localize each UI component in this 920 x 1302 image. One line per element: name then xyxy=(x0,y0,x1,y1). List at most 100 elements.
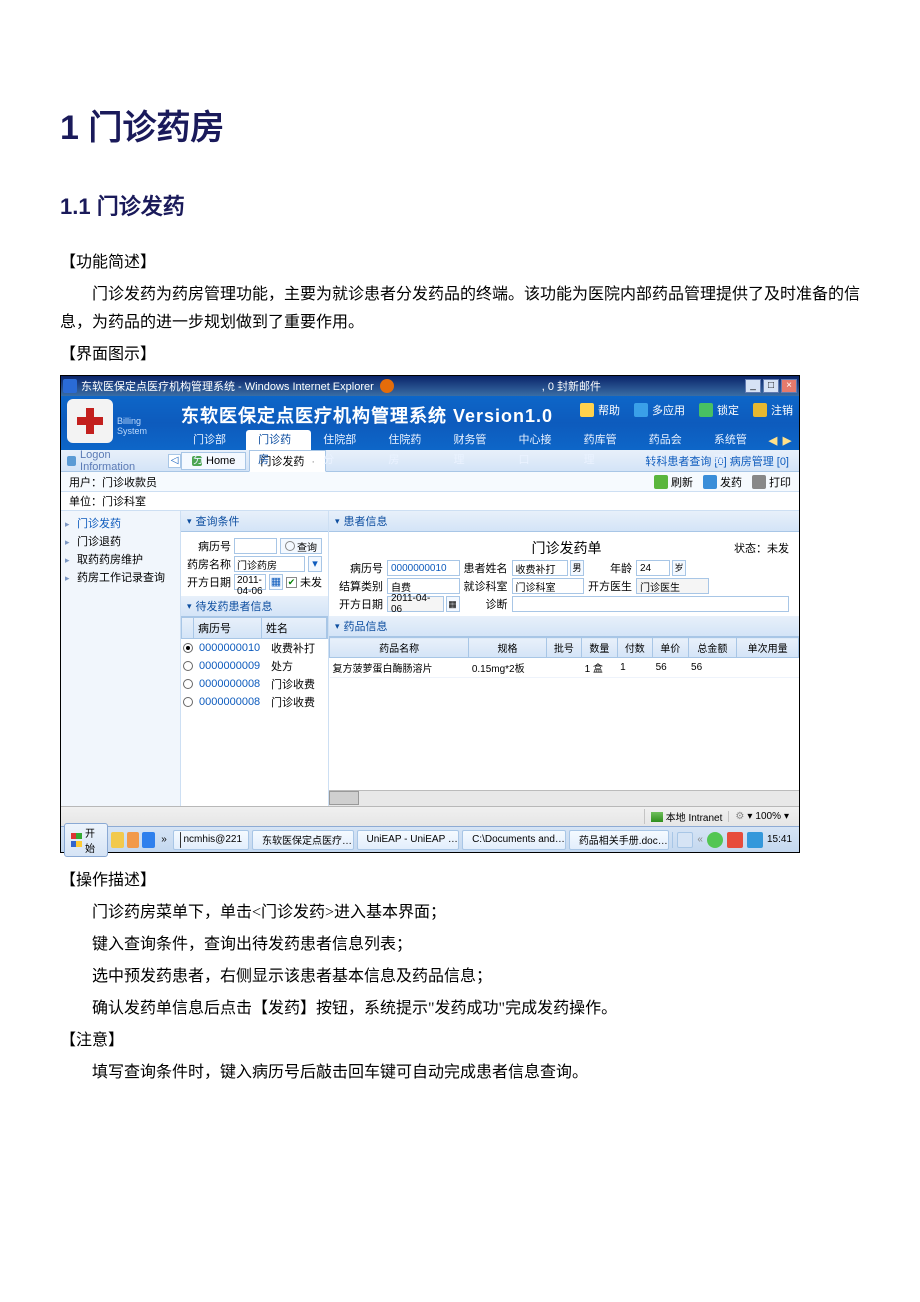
ie-stop-icon[interactable] xyxy=(380,379,394,393)
taskbar-item[interactable]: UniEAP - UniEAP … xyxy=(357,830,460,850)
col-total: 总金额 xyxy=(688,638,737,658)
col-spec: 规格 xyxy=(469,638,546,658)
print-icon xyxy=(752,475,766,489)
menu-left-icon[interactable]: ◀ xyxy=(767,434,779,447)
start-button[interactable]: 开始 xyxy=(64,823,108,857)
list-item[interactable]: 0000000008门诊收费 xyxy=(181,675,328,693)
tray-icon[interactable] xyxy=(727,832,743,848)
logout-action[interactable]: 注销 xyxy=(753,402,793,418)
h-scrollbar[interactable] xyxy=(329,790,799,806)
more-apps-action[interactable]: 多应用 xyxy=(634,402,685,418)
ie-status-bar: 本地 Intranet ⚙▾100%▾ xyxy=(61,806,799,826)
dispense-icon xyxy=(703,475,717,489)
window-close-button[interactable]: × xyxy=(781,379,797,393)
radio-icon[interactable] xyxy=(183,679,193,689)
radio-icon[interactable] xyxy=(183,697,193,707)
apps-icon xyxy=(634,403,648,417)
radio-icon[interactable] xyxy=(183,643,193,653)
col-times: 付数 xyxy=(617,638,652,658)
window-max-button[interactable]: □ xyxy=(763,379,779,393)
tray-icon[interactable] xyxy=(707,832,723,848)
input-date[interactable]: 2011-04-06 xyxy=(234,574,266,590)
taskbar-item[interactable]: 东软医保定点医疗… xyxy=(252,830,353,850)
age-unit-dropdown-icon[interactable]: 岁 xyxy=(672,560,686,576)
menu-right-icon[interactable]: ▶ xyxy=(781,434,793,447)
date-picker-icon[interactable]: ▦ xyxy=(269,574,283,590)
menu-center[interactable]: 中心接口 xyxy=(507,430,572,450)
app-banner: Billing System 东软医保定点医疗机构管理系统 Version1.0… xyxy=(61,396,799,450)
rxdate-picker-icon[interactable]: ▦ xyxy=(446,596,460,612)
menu-finance[interactable]: 财务管理 xyxy=(441,430,506,450)
window-min-button[interactable]: _ xyxy=(745,379,761,393)
list-item[interactable]: 0000000010收费补打 xyxy=(181,639,328,657)
menu-drug-account[interactable]: 药品会计 xyxy=(637,430,702,450)
input-mrn[interactable] xyxy=(234,538,277,554)
menu-inpatient[interactable]: 住院部分 xyxy=(311,430,376,450)
radio-icon[interactable] xyxy=(183,661,193,671)
heading-ui-demo: 【界面图示】 xyxy=(60,341,860,369)
tree-item-dispense[interactable]: 门诊发药 xyxy=(63,515,178,533)
titlebar-center-note: , 0 封新邮件 xyxy=(542,378,601,394)
menu-outpatient[interactable]: 门诊部分 xyxy=(181,430,246,450)
pharmacy-dropdown-icon[interactable]: ▾ xyxy=(308,556,322,572)
tray-icon[interactable] xyxy=(747,832,763,848)
help-action[interactable]: 帮助 xyxy=(580,402,620,418)
tree-item-pharmacy-maintain[interactable]: 取药药房维护 xyxy=(63,551,178,569)
search-icon xyxy=(285,541,295,551)
key-icon xyxy=(753,403,767,417)
not-dispensed-checkbox[interactable]: ✔ xyxy=(286,577,297,588)
logon-icon xyxy=(67,456,76,466)
func-intro-paragraph: 门诊发药为药房管理功能，主要为就诊患者分发药品的终端。该功能为医院内部药品管理提… xyxy=(60,281,860,337)
lock-icon xyxy=(699,403,713,417)
op-step-2: 键入查询条件，查询出待发药患者信息列表； xyxy=(60,931,860,959)
lbl-dept: 就诊科室 xyxy=(464,578,508,594)
label-pharmacy: 药房名称 xyxy=(187,556,231,572)
lock-action[interactable]: 锁定 xyxy=(699,402,739,418)
print-button[interactable]: 打印 xyxy=(752,474,791,490)
col-dose: 单次用量 xyxy=(737,638,799,658)
lbl-rxdate: 开方日期 xyxy=(339,596,383,612)
current-user: 用户：门诊收款员 xyxy=(69,474,157,490)
windows-taskbar: 开始 » ncmhis@221 东软医保定点医疗… UniEAP - UniEA… xyxy=(61,826,799,852)
taskbar-item[interactable]: ncmhis@221 xyxy=(173,830,249,850)
val-doctor: 门诊医生 xyxy=(636,578,709,594)
list-item[interactable]: 0000000009处方 xyxy=(181,657,328,675)
list-item[interactable]: 0000000008门诊收费 xyxy=(181,693,328,711)
collapse-sidebar-button[interactable]: ◁ xyxy=(168,454,181,468)
query-button[interactable]: 查询 xyxy=(280,538,322,554)
nav-tree: 门诊发药 门诊退药 取药药房维护 药房工作记录查询 xyxy=(61,511,181,806)
menu-inpatient-pharmacy[interactable]: 住院药房 xyxy=(376,430,441,450)
quick-launch-icon[interactable] xyxy=(127,832,140,848)
tree-item-return[interactable]: 门诊退药 xyxy=(63,533,178,551)
page-title: 1 门诊药房 xyxy=(60,100,860,149)
dispense-button[interactable]: 发药 xyxy=(703,474,742,490)
patient-list: 0000000010收费补打 0000000009处方 0000000008门诊… xyxy=(181,639,328,711)
patient-info-form: 门诊发药单 状态：未发 病历号 0000000010 患者姓名 收费补打男 年龄… xyxy=(329,532,799,616)
windows-logo-icon xyxy=(71,833,82,847)
col-qty: 数量 xyxy=(582,638,617,658)
main-area: 门诊发药 门诊退药 取药药房维护 药房工作记录查询 ▾查询条件 病历号 查询 药… xyxy=(61,511,799,806)
tab-home[interactable]: Home xyxy=(181,452,246,470)
quick-launch-ie-icon[interactable] xyxy=(142,832,155,848)
menu-outpatient-pharmacy[interactable]: 门诊药房 xyxy=(246,430,311,450)
taskbar-item[interactable]: 药品相关手册.doc… xyxy=(569,830,670,850)
refresh-button[interactable]: 刷新 xyxy=(654,474,693,490)
val-dept: 门诊科室 xyxy=(512,578,585,594)
taskbar-item[interactable]: C:\Documents and… xyxy=(462,830,566,850)
ie-icon xyxy=(63,379,77,393)
menu-drug-store[interactable]: 药库管理 xyxy=(572,430,637,450)
drug-info-head: ▾药品信息 xyxy=(329,616,799,637)
tray-icon[interactable] xyxy=(677,832,693,848)
tree-item-worklog[interactable]: 药房工作记录查询 xyxy=(63,569,178,587)
quick-launch-icon[interactable] xyxy=(111,832,124,848)
sex-dropdown-icon[interactable]: 男 xyxy=(570,560,584,576)
input-pharmacy[interactable]: 门诊药房 xyxy=(234,556,305,572)
table-row[interactable]: 复方菠萝蛋白酶肠溶片 0.15mg*2板 1 盒 1 56 56 xyxy=(330,658,799,678)
lbl-age: 年龄 xyxy=(588,560,632,576)
zoom-indicator[interactable]: ⚙▾100%▾ xyxy=(728,811,795,822)
scrollbar-thumb[interactable] xyxy=(329,791,359,805)
menu-system[interactable]: 系统管理 xyxy=(702,430,767,450)
op-step-1: 门诊药房菜单下，单击<门诊发药>进入基本界面； xyxy=(60,899,860,927)
val-diag[interactable] xyxy=(512,596,790,612)
app-main-title: 东软医保定点医疗机构管理系统 Version1.0 xyxy=(181,402,553,428)
